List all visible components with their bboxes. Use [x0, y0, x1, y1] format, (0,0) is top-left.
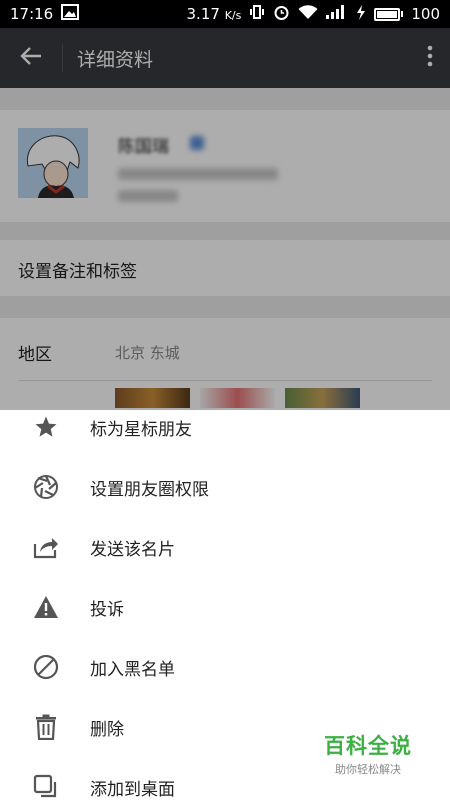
- wifi-icon: [298, 4, 318, 24]
- charging-icon: [356, 4, 366, 24]
- signal-icon: [326, 5, 348, 23]
- menu-item-send-card[interactable]: 发送该名片: [0, 517, 450, 577]
- menu-item-report[interactable]: 投诉: [0, 577, 450, 637]
- aperture-icon: [32, 473, 60, 501]
- block-icon: [32, 653, 60, 681]
- alarm-icon: [273, 4, 290, 25]
- vibrate-icon: [249, 4, 265, 24]
- menu-item-blacklist[interactable]: 加入黑名单: [0, 637, 450, 697]
- network-speed: 3.17 K/s: [186, 5, 242, 23]
- dim-overlay[interactable]: [0, 28, 450, 410]
- menu-item-star-friend[interactable]: 标为星标朋友: [0, 397, 450, 457]
- watermark-title: 百科全说: [324, 734, 412, 758]
- share-icon: [32, 533, 60, 561]
- watermark-logo: 百科全说 助你轻松解决: [318, 730, 418, 777]
- add-to-desktop-icon: [32, 773, 60, 800]
- status-bar: 17:16 3.17 K/s 100: [0, 0, 450, 28]
- status-time: 17:16: [10, 5, 54, 23]
- battery-icon: [374, 7, 404, 21]
- warning-icon: [32, 593, 60, 621]
- menu-item-moments-permission[interactable]: 设置朋友圈权限: [0, 457, 450, 517]
- image-notification-icon: [61, 4, 80, 24]
- trash-icon: [32, 713, 60, 741]
- battery-level: 100: [411, 5, 440, 23]
- watermark-subtitle: 助你轻松解决: [335, 763, 401, 776]
- star-icon: [32, 413, 60, 441]
